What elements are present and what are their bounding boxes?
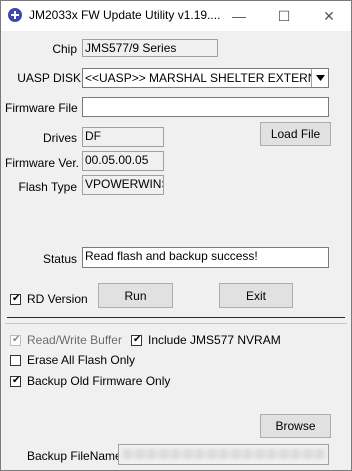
backup-filename-field[interactable] <box>118 444 329 465</box>
uasp-disk-value: <<UASP>> MARSHAL SHELTER EXTERNAL <box>85 71 315 85</box>
load-file-button[interactable]: Load File <box>260 122 331 146</box>
close-button[interactable]: ✕ <box>307 1 351 31</box>
redacted-path <box>122 449 326 459</box>
erase-all-flash-box[interactable] <box>10 354 21 366</box>
backup-old-firmware-label: Backup Old Firmware Only <box>27 374 171 388</box>
include-nvram-box[interactable]: ✔ <box>131 333 142 346</box>
read-write-buffer-box[interactable]: ✔ <box>10 333 21 346</box>
include-nvram-checkbox[interactable]: ✔ Include JMS577 NVRAM <box>131 333 281 347</box>
erase-all-flash-checkbox[interactable]: Erase All Flash Only <box>10 353 135 367</box>
firmware-file-label: Firmware File <box>5 101 78 115</box>
uasp-disk-select[interactable]: <<UASP>> MARSHAL SHELTER EXTERNAL <box>82 68 329 88</box>
app-window: JM2033x FW Update Utility v1.19.... — ☐ … <box>0 0 352 471</box>
browse-button[interactable]: Browse <box>260 414 331 438</box>
rd-version-label: RD Version <box>27 292 88 306</box>
uasp-disk-label: UASP DISK <box>17 71 81 85</box>
check-icon: ✔ <box>12 292 21 304</box>
backup-filename-label: Backup FileName <box>27 449 122 463</box>
firmware-file-field[interactable] <box>82 97 329 117</box>
title-bar[interactable]: JM2033x FW Update Utility v1.19.... — ☐ … <box>1 1 351 31</box>
exit-button[interactable]: Exit <box>219 283 293 308</box>
drives-field: DF <box>82 127 164 147</box>
check-icon: ✔ <box>12 374 21 386</box>
erase-all-flash-label: Erase All Flash Only <box>27 353 136 367</box>
rd-version-box[interactable]: ✔ <box>10 292 21 305</box>
backup-old-firmware-box[interactable]: ✔ <box>10 374 21 387</box>
status-field: Read flash and backup success! <box>82 247 329 268</box>
check-icon: ✔ <box>12 333 21 345</box>
chip-label: Chip <box>52 42 77 56</box>
chevron-down-icon[interactable] <box>311 69 328 87</box>
maximize-button[interactable]: ☐ <box>262 1 306 31</box>
app-icon <box>8 8 22 22</box>
section-divider <box>7 317 345 318</box>
minimize-button[interactable]: — <box>217 1 261 31</box>
rd-version-checkbox[interactable]: ✔ RD Version <box>10 292 88 306</box>
read-write-buffer-checkbox[interactable]: ✔ Read/Write Buffer <box>10 333 122 347</box>
window-title: JM2033x FW Update Utility v1.19.... <box>29 8 221 22</box>
include-nvram-label: Include JMS577 NVRAM <box>148 333 281 347</box>
check-icon: ✔ <box>133 333 142 345</box>
read-write-buffer-label: Read/Write Buffer <box>27 333 122 347</box>
flash-type-field: VPOWERWINS <box>82 175 164 195</box>
backup-old-firmware-checkbox[interactable]: ✔ Backup Old Firmware Only <box>10 374 170 388</box>
drives-label: Drives <box>42 131 77 145</box>
firmware-version-label: Firmware Ver. <box>5 156 80 170</box>
run-button[interactable]: Run <box>98 283 173 308</box>
chip-field: JMS577/9 Series <box>82 39 218 57</box>
flash-type-label: Flash Type <box>18 180 77 194</box>
firmware-version-field: 00.05.00.05 <box>82 151 164 171</box>
status-label: Status <box>42 252 77 266</box>
